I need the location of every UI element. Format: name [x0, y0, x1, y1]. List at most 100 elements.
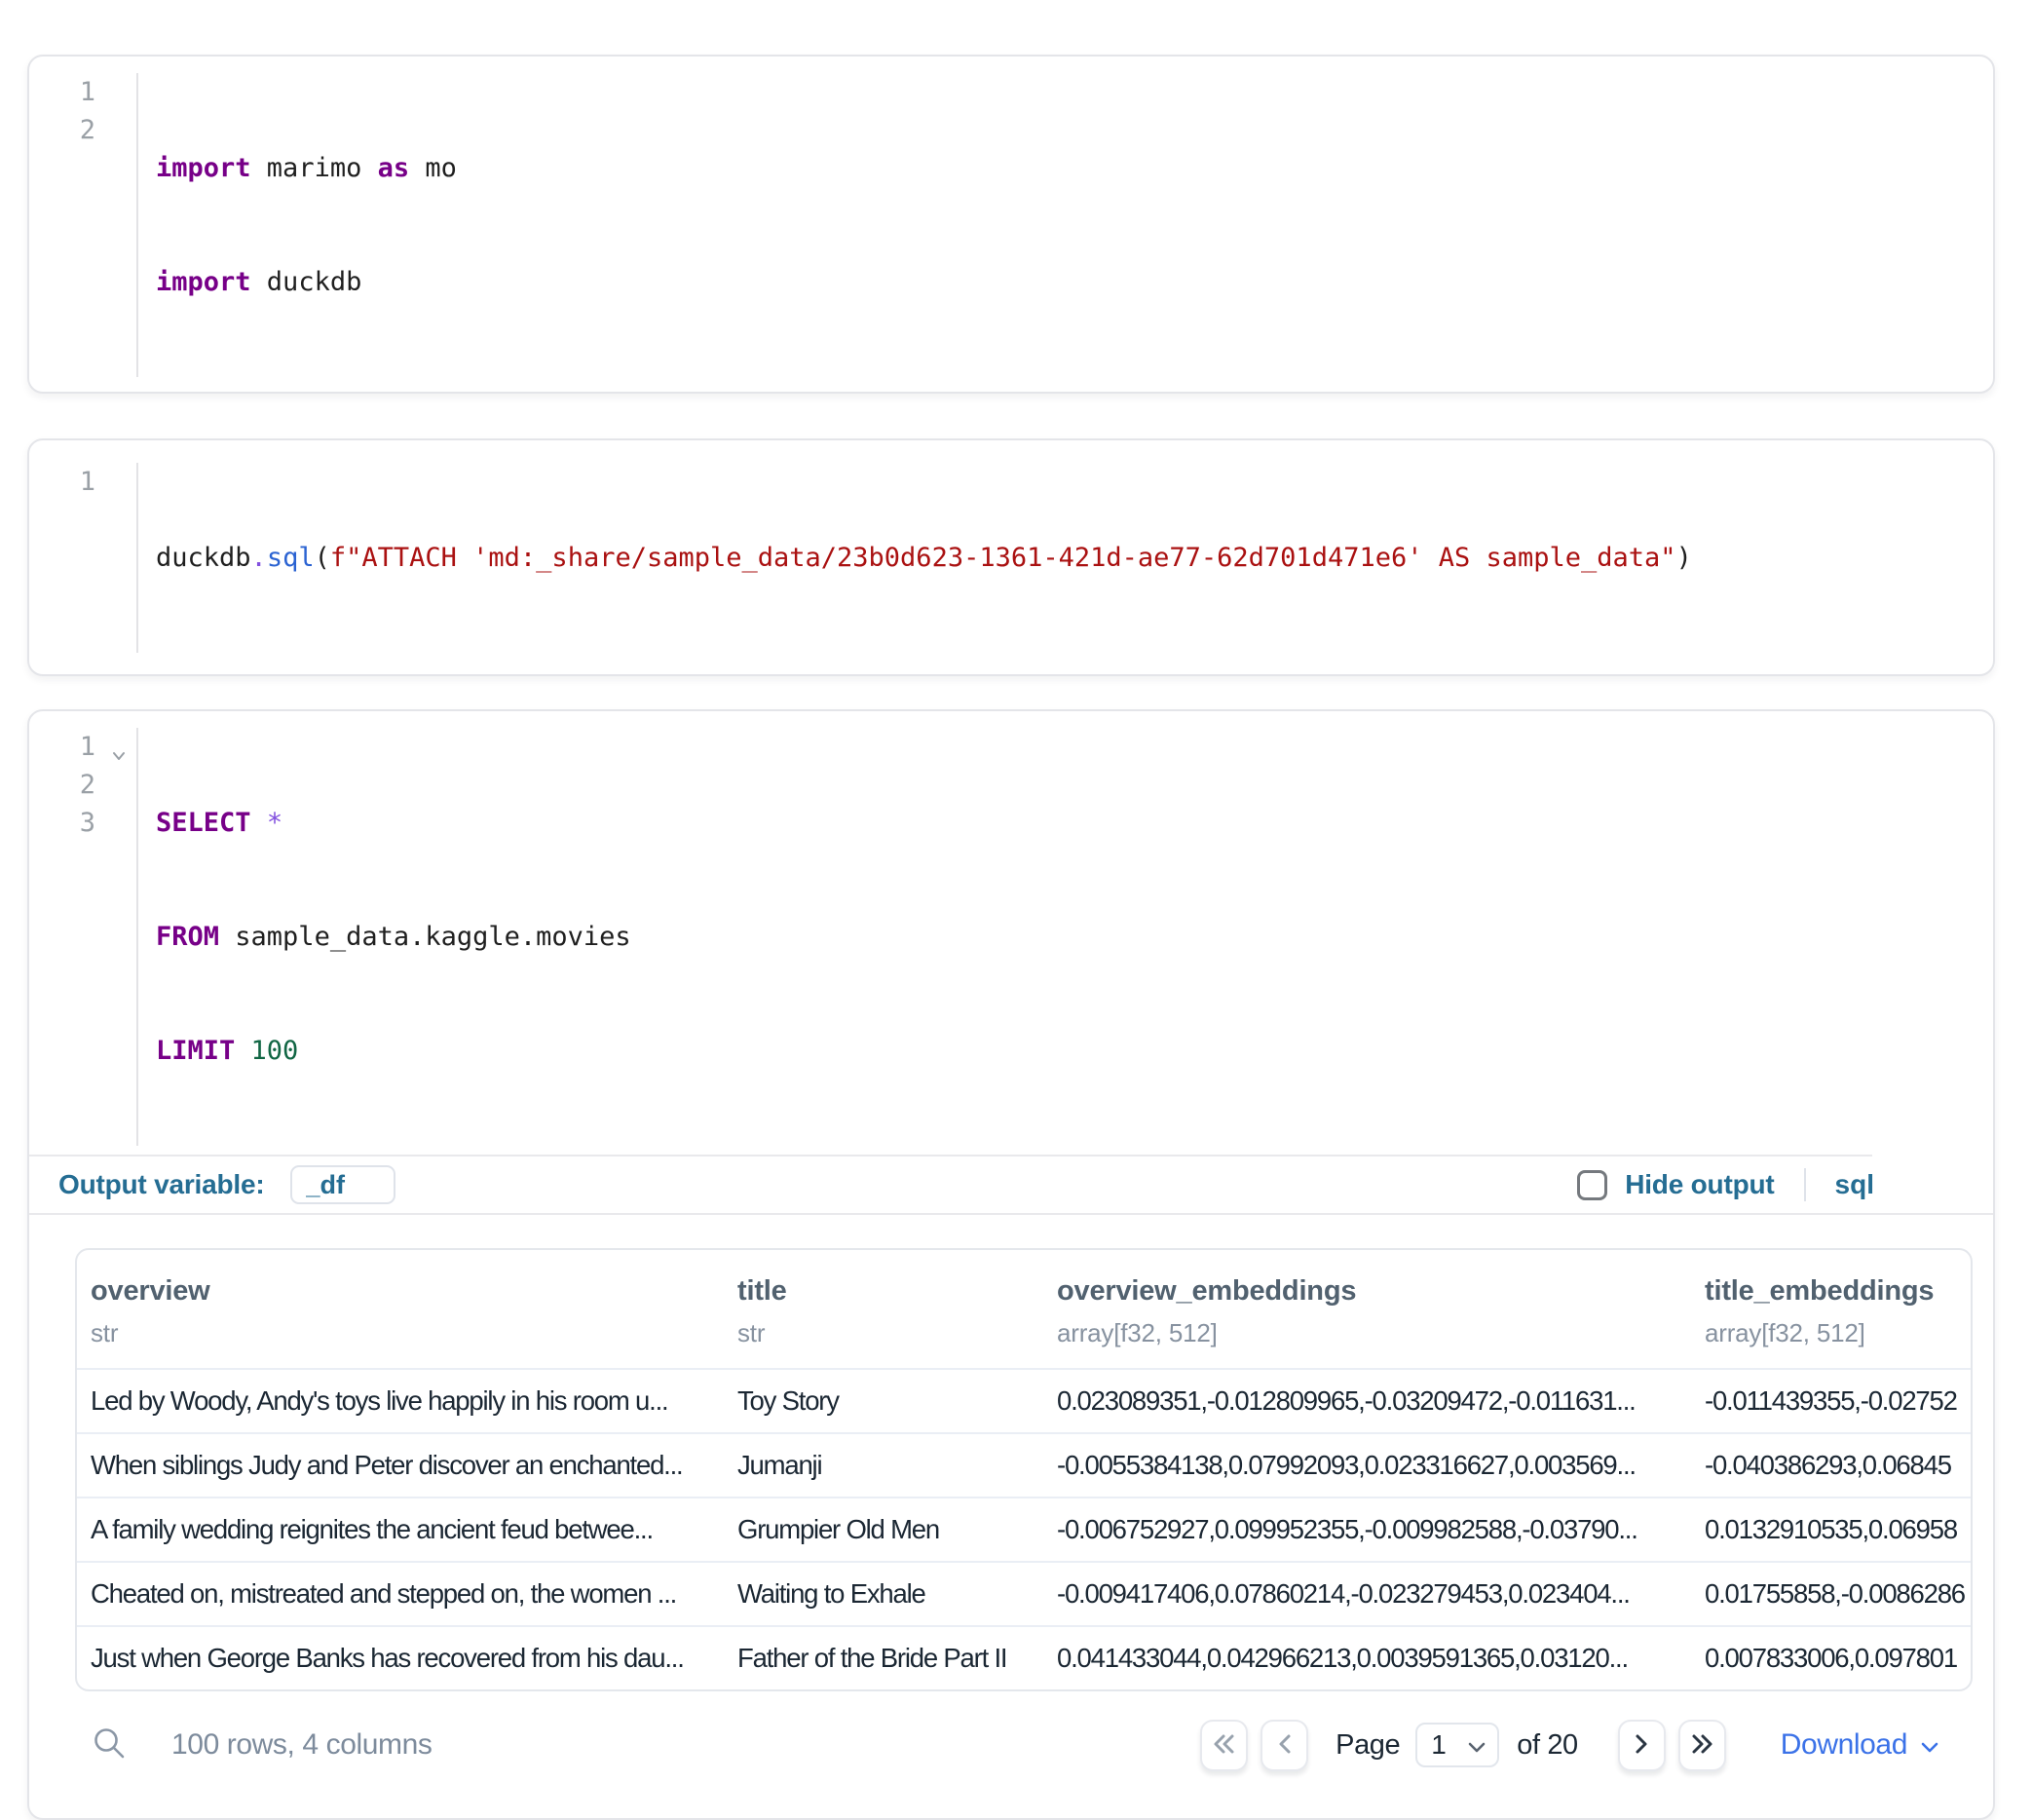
sql-toolbar: Output variable: Hide output sql: [29, 1156, 1993, 1213]
total-pages-label: of 20: [1517, 1729, 1578, 1762]
cell-overview: A family wedding reignites the ancient f…: [77, 1514, 724, 1545]
download-label: Download: [1781, 1728, 1907, 1762]
chevron-right-icon: [1632, 1732, 1651, 1759]
cell-title-embeddings: -0.011439355,-0.02752: [1691, 1385, 1971, 1417]
code-area[interactable]: import marimo as mo import duckdb: [138, 73, 1993, 377]
code-token: [251, 808, 267, 838]
row-count-summary: 100 rows, 4 columns: [171, 1728, 433, 1762]
code-cell-duckdb-attach: 1 duckdb.sql(f"ATTACH 'md:_share/sample_…: [27, 438, 1995, 676]
cell-title: Waiting to Exhale: [724, 1578, 1043, 1610]
cell-title: Jumanji: [724, 1450, 1043, 1481]
keyword-token: as: [378, 153, 410, 183]
page-number-select[interactable]: 1: [1415, 1723, 1499, 1767]
keyword-token: FROM: [156, 922, 219, 952]
language-badge[interactable]: sql: [1835, 1169, 1874, 1200]
cell-output: overview str title str overview_embeddin…: [29, 1215, 1993, 1793]
keyword-token: LIMIT: [156, 1036, 235, 1066]
chevron-down-icon: [1921, 1728, 1938, 1762]
code-token: (: [315, 543, 330, 573]
table-footer: 100 rows, 4 columns Page 1 of 20: [29, 1691, 1993, 1793]
code-token: marimo: [251, 153, 378, 183]
table-row: Led by Woody, Andy's toys live happily i…: [77, 1368, 1971, 1432]
code-editor: 1 duckdb.sql(f"ATTACH 'md:_share/sample_…: [29, 463, 1993, 653]
keyword-token: import: [156, 267, 251, 297]
chevron-left-icon: [1275, 1732, 1295, 1759]
code-editor: 1 2 3 SELECT * FROM sample_data.kaggle.m…: [29, 728, 1993, 1146]
page-select-value: 1: [1431, 1729, 1447, 1761]
code-area[interactable]: SELECT * FROM sample_data.kaggle.movies …: [138, 728, 1993, 1146]
column-header-overview-embeddings[interactable]: overview_embeddings array[f32, 512]: [1043, 1275, 1691, 1348]
code-editor: 1 2 import marimo as mo import duckdb: [29, 73, 1993, 377]
code-token: [235, 1036, 250, 1066]
column-type: array[f32, 512]: [1705, 1318, 1971, 1348]
previous-page-button[interactable]: [1261, 1720, 1308, 1771]
last-page-button[interactable]: [1678, 1720, 1726, 1771]
cell-title: Grumpier Old Men: [724, 1514, 1043, 1545]
column-type: array[f32, 512]: [1057, 1318, 1691, 1348]
chevron-down-icon: [1468, 1729, 1486, 1761]
code-token: duckdb: [251, 267, 362, 297]
string-token: f"ATTACH 'md:_share/sample_data/23b0d623…: [330, 543, 1676, 573]
output-variable-label: Output variable:: [58, 1169, 265, 1200]
function-token: sql: [267, 543, 315, 573]
table-row: When siblings Judy and Peter discover an…: [77, 1432, 1971, 1497]
operator-token: *: [267, 808, 282, 838]
next-page-button[interactable]: [1618, 1720, 1666, 1771]
code-cell-imports: 1 2 import marimo as mo import duckdb: [27, 55, 1995, 394]
line-number: 1: [29, 463, 136, 501]
code-line: duckdb.sql(f"ATTACH 'md:_share/sample_da…: [156, 539, 1993, 577]
notebook: 1 2 import marimo as mo import duckdb 1 …: [0, 55, 2032, 1820]
hide-output-checkbox[interactable]: [1577, 1170, 1607, 1200]
code-area[interactable]: duckdb.sql(f"ATTACH 'md:_share/sample_da…: [138, 463, 1993, 653]
table-row: A family wedding reignites the ancient f…: [77, 1497, 1971, 1561]
code-line: SELECT *: [156, 804, 1993, 842]
code-token: sample_data.kaggle.movies: [219, 922, 631, 952]
dataframe-table: overview str title str overview_embeddin…: [75, 1248, 1973, 1691]
keyword-token: SELECT: [156, 808, 251, 838]
code-token: duckdb: [156, 543, 251, 573]
line-number: 3: [29, 804, 136, 842]
line-number-gutter: 1 2 3: [29, 728, 138, 1146]
cell-overview: Just when George Banks has recovered fro…: [77, 1643, 724, 1674]
cell-title-embeddings: -0.040386293,0.06845: [1691, 1450, 1971, 1481]
page-label: Page: [1336, 1729, 1400, 1762]
hide-output-label[interactable]: Hide output: [1625, 1169, 1774, 1200]
cell-title: Toy Story: [724, 1385, 1043, 1417]
chevrons-left-icon: [1212, 1732, 1237, 1759]
download-button[interactable]: Download: [1781, 1728, 1938, 1762]
output-variable-input[interactable]: [290, 1165, 395, 1204]
code-line: LIMIT 100: [156, 1032, 1993, 1070]
cell-overview-embeddings: -0.0055384138,0.07992093,0.023316627,0.0…: [1043, 1450, 1691, 1481]
column-header-title-embeddings[interactable]: title_embeddings array[f32, 512]: [1691, 1275, 1971, 1348]
column-header-overview[interactable]: overview str: [77, 1275, 724, 1348]
chevrons-right-icon: [1689, 1732, 1714, 1759]
code-line: FROM sample_data.kaggle.movies: [156, 918, 1993, 956]
sql-cell: 1 2 3 SELECT * FROM sample_data.kaggle.m…: [27, 709, 1995, 1820]
line-number-gutter: 1 2: [29, 73, 138, 377]
line-number: 1: [29, 728, 136, 766]
line-number: 1: [29, 73, 136, 111]
toolbar-divider-vertical: [1804, 1168, 1806, 1201]
cell-overview: When siblings Judy and Peter discover an…: [77, 1450, 724, 1481]
line-number: 2: [29, 766, 136, 804]
column-header-title[interactable]: title str: [724, 1275, 1043, 1348]
search-button[interactable]: [92, 1725, 129, 1765]
search-icon: [92, 1725, 129, 1765]
cell-overview-embeddings: -0.009417406,0.07860214,-0.023279453,0.0…: [1043, 1578, 1691, 1610]
cell-title-embeddings: 0.0132910535,0.06958: [1691, 1514, 1971, 1545]
keyword-token: import: [156, 153, 251, 183]
cell-overview: Led by Woody, Andy's toys live happily i…: [77, 1385, 724, 1417]
number-token: 100: [251, 1036, 299, 1066]
cell-title-embeddings: 0.007833006,0.097801: [1691, 1643, 1971, 1674]
code-line: import marimo as mo: [156, 149, 1993, 187]
cell-overview-embeddings: -0.006752927,0.099952355,-0.009982588,-0…: [1043, 1514, 1691, 1545]
cell-overview-embeddings: 0.023089351,-0.012809965,-0.03209472,-0.…: [1043, 1385, 1691, 1417]
cell-title: Father of the Bride Part II: [724, 1643, 1043, 1674]
column-type: str: [737, 1318, 1043, 1348]
line-number-gutter: 1: [29, 463, 138, 653]
table-row: Just when George Banks has recovered fro…: [77, 1625, 1971, 1689]
column-type: str: [91, 1318, 724, 1348]
cell-overview-embeddings: 0.041433044,0.042966213,0.0039591365,0.0…: [1043, 1643, 1691, 1674]
first-page-button[interactable]: [1200, 1720, 1248, 1771]
cell-title-embeddings: 0.01755858,-0.0086286: [1691, 1578, 1971, 1610]
